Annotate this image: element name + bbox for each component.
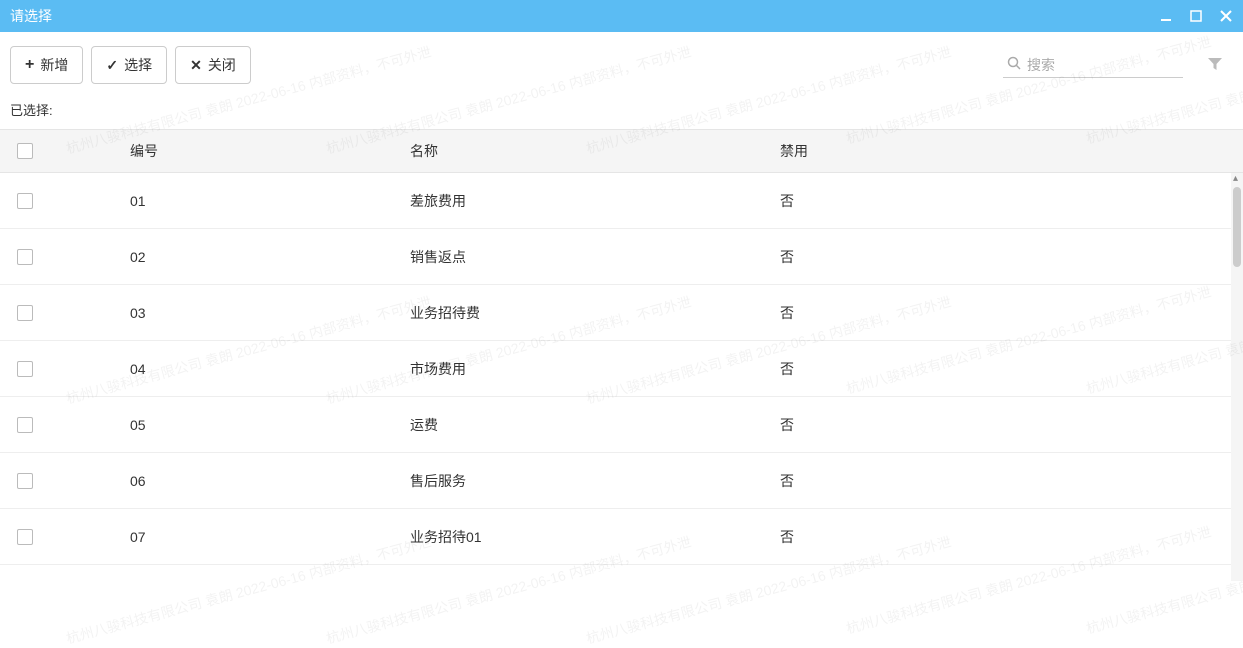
row-disabled: 否 [780,191,1243,211]
scrollbar[interactable]: ▴ [1231,173,1243,581]
row-disabled: 否 [780,527,1243,547]
row-checkbox-cell [0,473,50,489]
row-code: 05 [50,417,410,433]
header-disabled: 禁用 [780,141,1243,161]
row-checkbox[interactable] [17,361,33,377]
close-button[interactable]: 关闭 [175,46,251,84]
window-controls [1159,9,1233,23]
table-row[interactable]: 04 市场费用 否 [0,341,1243,397]
header-checkbox-cell [0,143,50,159]
select-button[interactable]: 选择 [91,46,167,84]
row-checkbox[interactable] [17,249,33,265]
table-row[interactable]: 05 运费 否 [0,397,1243,453]
row-disabled: 否 [780,359,1243,379]
row-checkbox[interactable] [17,305,33,321]
minimize-icon[interactable] [1159,9,1173,23]
search-input[interactable] [1027,57,1179,73]
row-name: 运费 [410,415,780,435]
row-name: 差旅费用 [410,191,780,211]
row-disabled: 否 [780,303,1243,323]
row-name: 销售返点 [410,247,780,267]
row-disabled: 否 [780,415,1243,435]
row-name: 市场费用 [410,359,780,379]
row-name: 业务招待01 [410,527,780,547]
close-window-icon[interactable] [1219,9,1233,23]
table: 编号 名称 禁用 01 差旅费用 否 02 销售返点 否 03 业务招待费 否 … [0,129,1243,581]
scroll-up-icon[interactable]: ▴ [1233,173,1238,184]
maximize-icon[interactable] [1189,9,1203,23]
row-disabled: 否 [780,471,1243,491]
row-name: 业务招待费 [410,303,780,323]
window-title: 请选择 [10,6,52,26]
row-code: 03 [50,305,410,321]
add-button[interactable]: 新增 [10,46,83,84]
row-name: 售后服务 [410,471,780,491]
table-header: 编号 名称 禁用 [0,129,1243,173]
row-code: 04 [50,361,410,377]
table-body: 01 差旅费用 否 02 销售返点 否 03 业务招待费 否 04 市场费用 否… [0,173,1243,581]
plus-icon [25,56,34,74]
header-code: 编号 [50,141,410,161]
table-row[interactable]: 03 业务招待费 否 [0,285,1243,341]
row-checkbox[interactable] [17,473,33,489]
search-icon [1007,56,1021,73]
row-checkbox-cell [0,417,50,433]
close-icon [190,57,202,74]
row-checkbox[interactable] [17,193,33,209]
close-button-label: 关闭 [208,55,236,75]
row-code: 01 [50,193,410,209]
row-checkbox[interactable] [17,417,33,433]
table-row[interactable]: 01 差旅费用 否 [0,173,1243,229]
filter-icon[interactable] [1207,56,1223,75]
row-code: 02 [50,249,410,265]
table-row[interactable]: 06 售后服务 否 [0,453,1243,509]
table-row[interactable]: 02 销售返点 否 [0,229,1243,285]
toolbar: 新增 选择 关闭 [0,32,1243,92]
header-name: 名称 [410,141,780,161]
title-bar: 请选择 [0,0,1243,32]
scrollbar-thumb[interactable] [1233,187,1241,267]
select-button-label: 选择 [124,55,152,75]
row-checkbox-cell [0,361,50,377]
row-disabled: 否 [780,247,1243,267]
row-checkbox-cell [0,193,50,209]
row-code: 06 [50,473,410,489]
row-code: 07 [50,529,410,545]
row-checkbox-cell [0,529,50,545]
row-checkbox-cell [0,249,50,265]
add-button-label: 新增 [40,55,68,75]
row-checkbox[interactable] [17,529,33,545]
row-checkbox-cell [0,305,50,321]
search-box[interactable] [1003,52,1183,78]
selected-label: 已选择: [0,92,1243,129]
table-row[interactable]: 07 业务招待01 否 [0,509,1243,565]
select-all-checkbox[interactable] [17,143,33,159]
check-icon [106,57,118,74]
